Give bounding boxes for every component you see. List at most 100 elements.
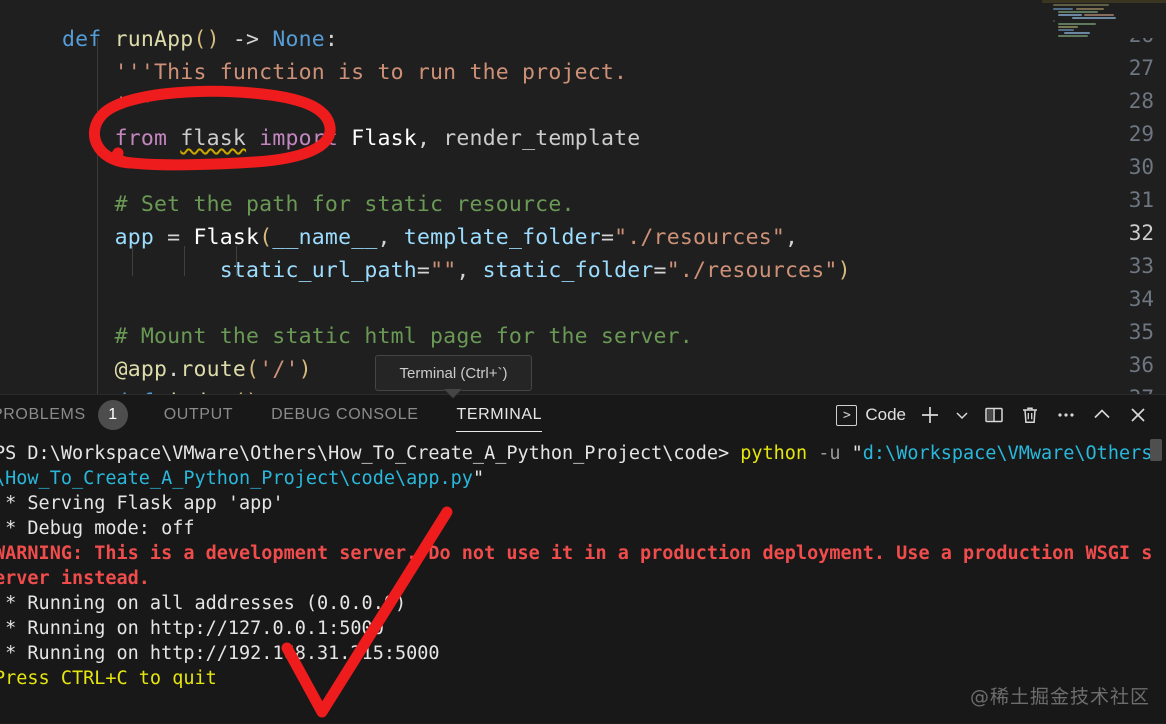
minimap-row (1064, 32, 1090, 34)
line-number: 37 (1108, 386, 1154, 394)
line-number: 31 (1128, 188, 1154, 212)
maximize-panel-button[interactable] (1084, 400, 1120, 430)
code-token: Flask (351, 126, 417, 151)
code-token: , (785, 225, 799, 250)
tooltip-label: Terminal (Ctrl+`) (399, 364, 508, 382)
code-token: static_folder (482, 258, 654, 283)
terminal-text: * Running on all addresses (0.0.0.0) (0, 593, 407, 614)
code-token: app (114, 225, 155, 250)
tab-output[interactable]: OUTPUT (164, 395, 233, 435)
tab-output-label: OUTPUT (163, 406, 234, 423)
panel-tab-bar[interactable]: PROBLEMS 1 OUTPUT DEBUG CONSOLE TERMINAL… (0, 395, 1166, 435)
code-line[interactable]: from flask import Flask, render_template (62, 122, 641, 155)
editor-minimap[interactable] (1042, 0, 1166, 38)
code-token: = (416, 258, 431, 283)
code-line[interactable]: def runApp() -> None: (62, 23, 338, 56)
tab-problems[interactable]: PROBLEMS (0, 395, 86, 435)
panel-action-bar[interactable]: > Code (834, 395, 1156, 435)
code-token: render_template (430, 126, 641, 151)
terminal-line: * Running on http://127.0.0.1:5000 (0, 616, 384, 641)
terminal-line: erver instead. (0, 566, 150, 591)
code-token: ( (246, 357, 260, 382)
minimap-row (1053, 4, 1109, 6)
terminal-line: * Serving Flask app 'app' (0, 491, 284, 516)
minimap-row (1072, 17, 1116, 19)
code-token: '''This function is to run the project. (62, 60, 628, 85)
code-line[interactable]: # Set the path for static resource. (62, 188, 575, 221)
code-token: , (416, 126, 431, 151)
code-token: = (653, 258, 667, 283)
terminal-text: python (740, 443, 808, 464)
terminal-line: * Running on all addresses (0.0.0.0) (0, 591, 406, 616)
code-token: "./resources" (666, 258, 838, 283)
terminal-text: d:\Workspace\VMware\Others (862, 443, 1153, 464)
code-token: Flask (193, 225, 260, 250)
terminal-line: * Debug mode: off (0, 516, 194, 541)
kill-terminal-button[interactable] (1012, 400, 1048, 430)
terminal-chevron-icon: > (836, 404, 858, 426)
minimap-row (1058, 11, 1098, 13)
new-terminal-button[interactable] (912, 400, 948, 430)
tooltip-arrow (444, 389, 462, 399)
problems-count-value: 1 (108, 406, 118, 423)
terminal-text: -u (807, 443, 852, 464)
code-line[interactable]: def index(): (62, 386, 273, 394)
terminal-text: WARNING: This is a development server. D… (0, 543, 1153, 564)
line-number: 33 (1128, 254, 1154, 278)
terminal-scrollbar[interactable] (1150, 439, 1162, 461)
terminal-line: PS D:\Workspace\VMware\Others\How_To_Cre… (0, 441, 1152, 466)
terminal-text: * Serving Flask app 'app' (0, 493, 284, 514)
terminal-line: * Running on http://192.168.31.215:5000 (0, 641, 439, 666)
code-line[interactable]: app = Flask(__name__, template_folder=".… (62, 221, 798, 254)
terminal-text: Press CTRL+C to quit (0, 668, 217, 689)
line-number: 27 (1128, 56, 1154, 80)
code-token: "./resources" (614, 225, 785, 250)
terminal-type-button[interactable]: > Code (834, 404, 912, 426)
close-panel-button[interactable] (1120, 400, 1156, 430)
line-number: 28 (1128, 89, 1154, 113)
tab-terminal[interactable]: TERMINAL (456, 395, 542, 435)
code-token: static_url_path (219, 258, 417, 283)
code-token: # Mount the static html page for the ser… (62, 324, 693, 349)
minimap-row (1053, 20, 1055, 22)
indent-guide (184, 246, 185, 276)
line-number: 34 (1128, 287, 1154, 311)
code-token: from (114, 126, 168, 151)
split-terminal-button[interactable] (976, 400, 1012, 430)
code-token: , (456, 258, 483, 283)
code-line[interactable]: static_url_path="", static_folder="./res… (62, 254, 851, 287)
indent-guide (132, 246, 133, 276)
code-line[interactable]: ''' (62, 89, 154, 122)
views-and-more-actions-button[interactable] (1048, 400, 1084, 430)
code-token: def (62, 27, 115, 52)
code-line[interactable]: # Mount the static html page for the ser… (62, 320, 693, 353)
terminal-output[interactable]: PS D:\Workspace\VMware\Others\How_To_Cre… (0, 435, 1166, 724)
code-token: . (167, 357, 181, 382)
code-token: runApp (114, 27, 194, 52)
terminal-text: " (472, 468, 485, 489)
tab-debug-console[interactable]: DEBUG CONSOLE (271, 395, 418, 435)
code-line[interactable]: '''This function is to run the project. (62, 56, 627, 89)
code-editor[interactable]: def runApp() -> None: '''This function i… (0, 0, 1166, 394)
code-line[interactable]: @app.route('/') (62, 353, 312, 386)
minimap-slider[interactable] (1042, 0, 1166, 3)
code-token: import (259, 126, 339, 151)
line-number: 30 (1128, 155, 1154, 179)
terminal-line: Press CTRL+C to quit (0, 666, 217, 691)
watermark: @稀土掘金技术社区 (969, 686, 1150, 708)
code-token: : (324, 27, 339, 52)
code-token: ( (259, 225, 273, 250)
code-token: __name__ (272, 225, 378, 250)
new-terminal-dropdown-button[interactable] (948, 400, 976, 430)
terminal-line: WARNING: This is a development server. D… (0, 541, 1152, 566)
code-token: = (154, 225, 194, 250)
line-number: 29 (1128, 122, 1154, 146)
minimap-row (1053, 8, 1073, 10)
bottom-panel[interactable]: PROBLEMS 1 OUTPUT DEBUG CONSOLE TERMINAL… (0, 394, 1166, 723)
editor-gutter (0, 0, 62, 394)
